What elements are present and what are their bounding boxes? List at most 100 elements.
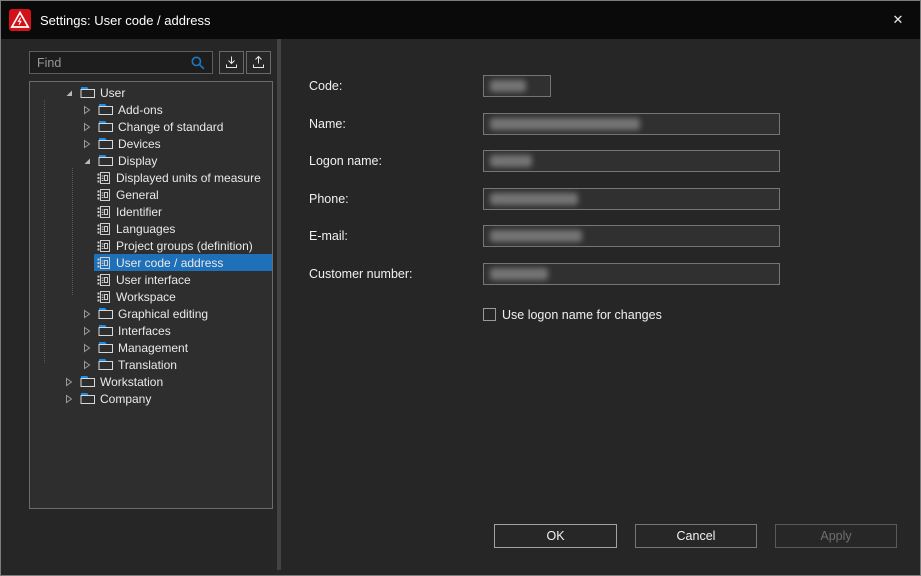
tree-item-add-ons[interactable]: Add-ons bbox=[30, 101, 272, 118]
settings-page-icon bbox=[94, 205, 113, 219]
tree-item-label: Workspace bbox=[113, 290, 176, 304]
tree-item-content: Project groups (definition) bbox=[94, 237, 272, 254]
search-icon[interactable] bbox=[189, 54, 207, 72]
collapse-arrow-icon[interactable] bbox=[78, 152, 96, 169]
settings-page-icon bbox=[94, 256, 113, 270]
tree-item-company[interactable]: Company bbox=[30, 390, 272, 407]
tree-item-identifier[interactable]: Identifier bbox=[30, 203, 272, 220]
tree-item-content: Displayed units of measure bbox=[94, 169, 272, 186]
tree-item-content: Identifier bbox=[94, 203, 272, 220]
field-input-logon-name[interactable] bbox=[483, 150, 780, 172]
tree-item-label: Add-ons bbox=[115, 103, 163, 117]
collapse-arrow-icon[interactable] bbox=[60, 84, 78, 101]
field-input-customer-number[interactable] bbox=[483, 263, 780, 285]
tree-item-label: Graphical editing bbox=[115, 307, 208, 321]
masked-value bbox=[490, 268, 548, 280]
close-button[interactable]: ✕ bbox=[876, 1, 920, 39]
folder-icon bbox=[96, 120, 115, 133]
tree-item-content: User interface bbox=[94, 271, 272, 288]
tree-item-label: Project groups (definition) bbox=[113, 239, 253, 253]
settings-page-icon bbox=[94, 171, 113, 185]
settings-page-icon bbox=[94, 222, 113, 236]
dialog-body: UserAdd-onsChange of standardDevicesDisp… bbox=[1, 39, 920, 575]
folder-icon bbox=[78, 86, 97, 99]
folder-icon bbox=[78, 392, 97, 405]
tree-item-label: User code / address bbox=[113, 256, 223, 270]
cancel-button[interactable]: Cancel bbox=[635, 524, 757, 548]
masked-value bbox=[490, 155, 532, 167]
tree-item-content: Company bbox=[78, 390, 272, 407]
expand-arrow-icon[interactable] bbox=[78, 322, 96, 339]
expand-arrow-icon[interactable] bbox=[78, 339, 96, 356]
settings-page-icon bbox=[94, 290, 113, 304]
tree-item-workspace[interactable]: Workspace bbox=[30, 288, 272, 305]
tree-item-languages[interactable]: Languages bbox=[30, 220, 272, 237]
apply-button[interactable]: Apply bbox=[775, 524, 897, 548]
tree-item-label: Interfaces bbox=[115, 324, 171, 338]
field-input-e-mail[interactable] bbox=[483, 225, 780, 247]
ok-button[interactable]: OK bbox=[494, 524, 617, 548]
settings-dialog: Settings: User code / address ✕ User Add-… bbox=[0, 0, 921, 576]
tree-item-label: Identifier bbox=[113, 205, 162, 219]
field-label: Logon name: bbox=[309, 150, 382, 172]
tree-item-interfaces[interactable]: Interfaces bbox=[30, 322, 272, 339]
use-logon-name-checkbox-row[interactable]: Use logon name for changes bbox=[483, 306, 662, 323]
expand-arrow-icon[interactable] bbox=[78, 305, 96, 322]
tree-item-display[interactable]: Display bbox=[30, 152, 272, 169]
folder-icon bbox=[96, 324, 115, 337]
tree-item-content: Workspace bbox=[94, 288, 272, 305]
field-label: Customer number: bbox=[309, 263, 413, 285]
field-row-phone: Phone: bbox=[281, 188, 920, 210]
field-row-customer-number: Customer number: bbox=[281, 263, 920, 285]
masked-value bbox=[490, 118, 640, 130]
tree-item-user-code-address[interactable]: User code / address bbox=[30, 254, 272, 271]
tree-item-content: Graphical editing bbox=[96, 305, 272, 322]
field-input-phone[interactable] bbox=[483, 188, 780, 210]
tree-item-displayed-units-of-measure[interactable]: Displayed units of measure bbox=[30, 169, 272, 186]
tree-item-user-interface[interactable]: User interface bbox=[30, 271, 272, 288]
tree-item-label: Company bbox=[97, 392, 151, 406]
folder-icon bbox=[96, 358, 115, 371]
tree-item-label: Translation bbox=[115, 358, 177, 372]
tree-item-management[interactable]: Management bbox=[30, 339, 272, 356]
folder-icon bbox=[96, 307, 115, 320]
tree-item-content: Interfaces bbox=[96, 322, 272, 339]
tree-item-label: Devices bbox=[115, 137, 161, 151]
field-label: Phone: bbox=[309, 188, 349, 210]
expand-arrow-icon[interactable] bbox=[60, 390, 78, 407]
tree-item-project-groups-definition[interactable]: Project groups (definition) bbox=[30, 237, 272, 254]
tree-item-workstation[interactable]: Workstation bbox=[30, 373, 272, 390]
field-label: Name: bbox=[309, 113, 346, 135]
checkbox-unchecked-icon[interactable] bbox=[483, 308, 496, 321]
import-settings-button[interactable] bbox=[219, 51, 244, 74]
expand-arrow-icon[interactable] bbox=[78, 135, 96, 152]
field-input-name[interactable] bbox=[483, 113, 780, 135]
tree-item-content: Display bbox=[96, 152, 272, 169]
settings-tree: UserAdd-onsChange of standardDevicesDisp… bbox=[29, 81, 273, 509]
settings-page-icon bbox=[94, 188, 113, 202]
tree-item-graphical-editing[interactable]: Graphical editing bbox=[30, 305, 272, 322]
expand-arrow-icon[interactable] bbox=[78, 101, 96, 118]
title-bar[interactable]: Settings: User code / address ✕ bbox=[1, 1, 920, 39]
tree-item-user[interactable]: User bbox=[30, 84, 272, 101]
tree-item-content: Devices bbox=[96, 135, 272, 152]
tree-item-translation[interactable]: Translation bbox=[30, 356, 272, 373]
field-input-code[interactable] bbox=[483, 75, 551, 97]
tree-item-content: User bbox=[78, 84, 272, 101]
folder-icon bbox=[96, 137, 115, 150]
expand-arrow-icon[interactable] bbox=[78, 356, 96, 373]
field-row-e-mail: E-mail: bbox=[281, 225, 920, 247]
folder-icon bbox=[96, 154, 115, 167]
tree-item-general[interactable]: General bbox=[30, 186, 272, 203]
expand-arrow-icon[interactable] bbox=[60, 373, 78, 390]
tree-item-label: User bbox=[97, 86, 125, 100]
tree-item-change-of-standard[interactable]: Change of standard bbox=[30, 118, 272, 135]
export-settings-button[interactable] bbox=[246, 51, 271, 74]
tree-item-label: General bbox=[113, 188, 159, 202]
checkbox-label: Use logon name for changes bbox=[502, 308, 662, 322]
tree-item-devices[interactable]: Devices bbox=[30, 135, 272, 152]
find-input[interactable] bbox=[29, 51, 213, 74]
tree-item-label: Management bbox=[115, 341, 188, 355]
folder-icon bbox=[96, 341, 115, 354]
expand-arrow-icon[interactable] bbox=[78, 118, 96, 135]
